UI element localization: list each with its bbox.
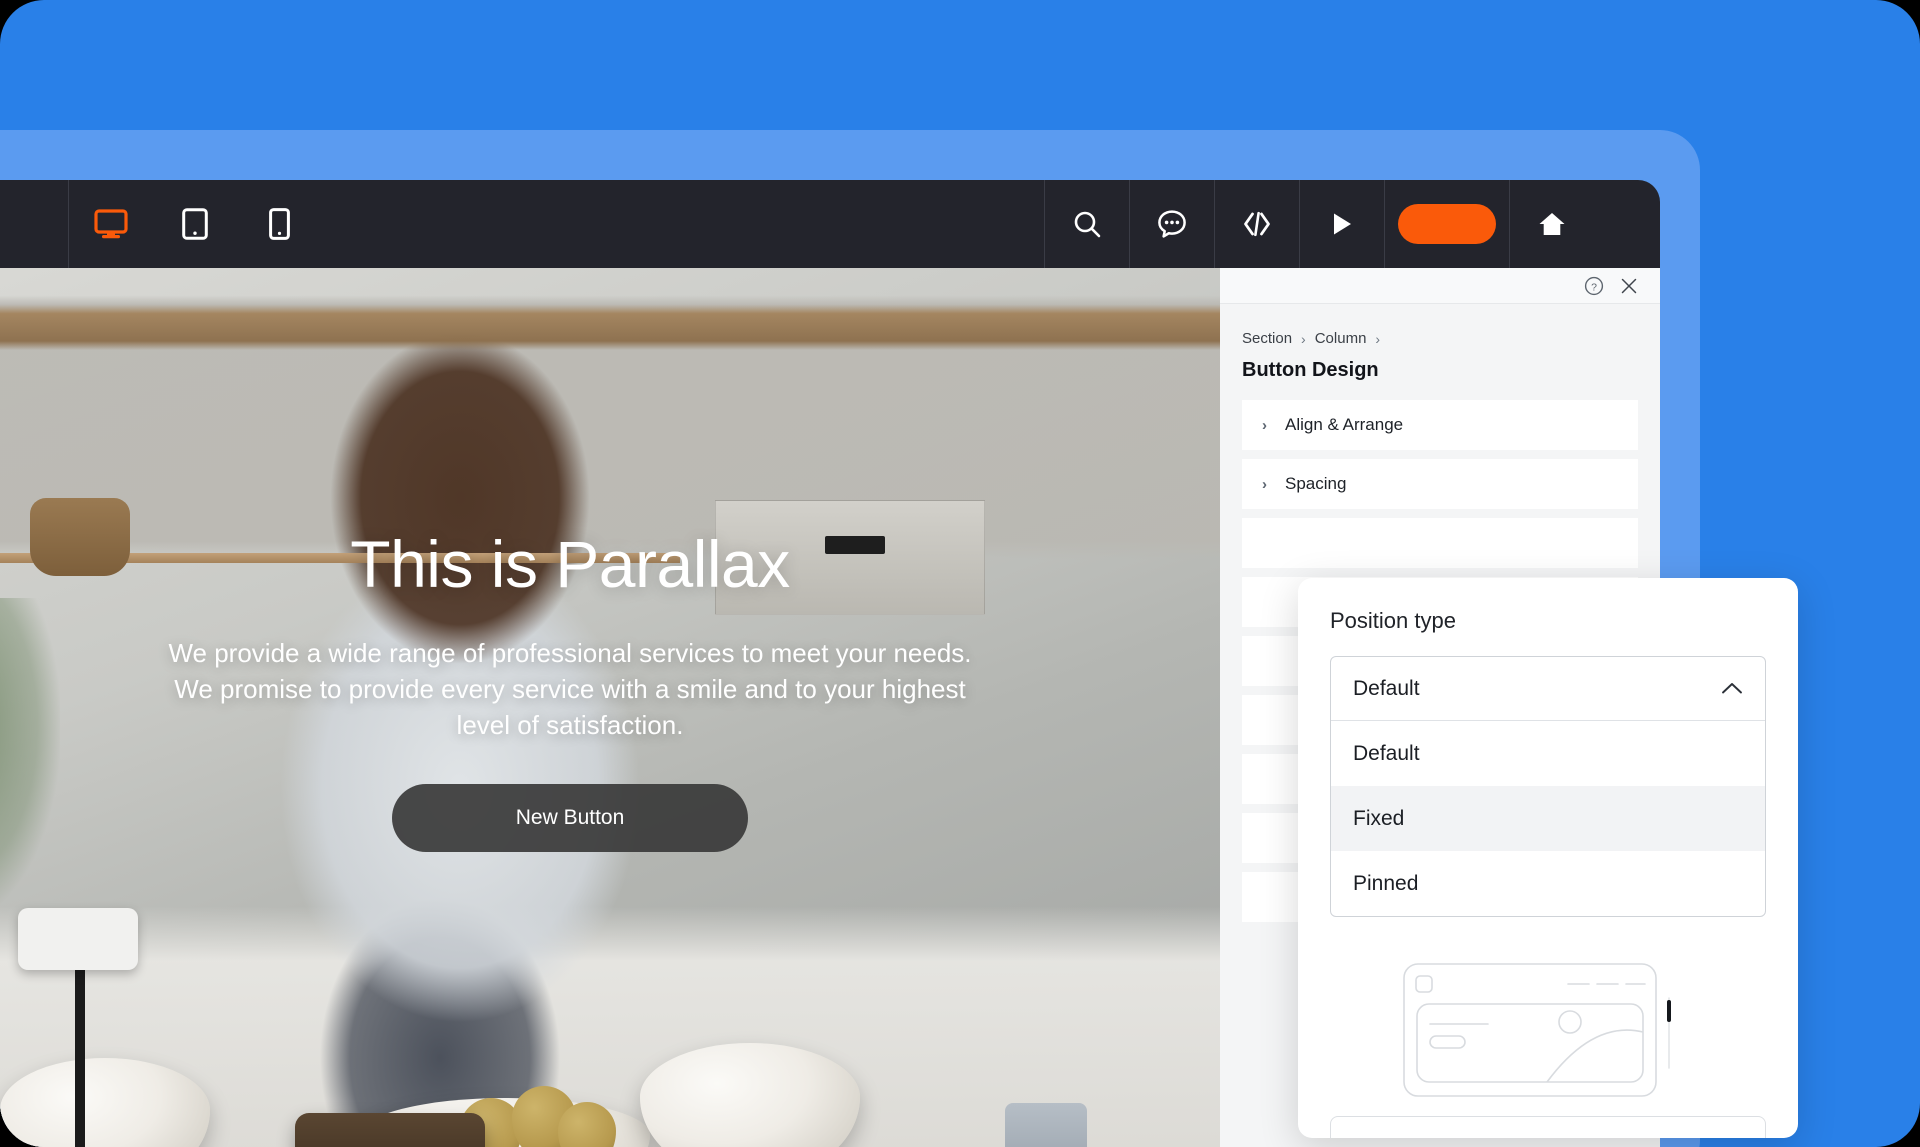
panel-topbar: ?	[1220, 268, 1660, 304]
chevron-up-icon	[1721, 677, 1743, 701]
popover-footer-row[interactable]	[1330, 1116, 1766, 1138]
mobile-icon[interactable]	[237, 180, 321, 268]
chevron-right-icon: ›	[1375, 330, 1381, 347]
svg-text:?: ?	[1591, 281, 1597, 293]
tablet-icon[interactable]	[153, 180, 237, 268]
publish-button-container	[1385, 180, 1509, 268]
section-label: Align & Arrange	[1285, 415, 1404, 434]
breadcrumb-item-column[interactable]: Column	[1315, 330, 1367, 347]
toolbar-left-space	[0, 180, 68, 268]
section-spacing[interactable]: › Spacing	[1242, 459, 1638, 509]
hero-subtitle: We provide a wide range of professional …	[168, 638, 972, 740]
position-type-popover: Position type Default Default Fixed Pinn…	[1298, 578, 1798, 1138]
select-value: Default	[1353, 676, 1420, 700]
chevron-right-icon: ›	[1301, 330, 1306, 347]
option-default[interactable]: Default	[1331, 721, 1765, 786]
hero-cta-button[interactable]: New Button	[392, 783, 748, 852]
hero-content: This is Parallax We provide a wide range…	[0, 268, 1220, 1147]
toolbar-right-space	[1594, 180, 1660, 268]
monitor-icon[interactable]	[69, 180, 153, 268]
chevron-right-icon: ›	[1262, 475, 1267, 493]
breadcrumb: Section › Column ›	[1220, 304, 1660, 347]
position-type-select: Default Default Fixed Pinned	[1330, 656, 1766, 917]
search-icon[interactable]	[1045, 180, 1129, 268]
popover-body: Position type Default Default Fixed Pinn…	[1298, 578, 1798, 1123]
position-type-label: Position type	[1330, 608, 1456, 633]
toolbar-gap	[321, 180, 1044, 268]
website-preview[interactable]: This is Parallax We provide a wide range…	[0, 268, 1220, 1147]
device-switcher	[69, 180, 321, 268]
question-circle-icon[interactable]: ?	[1584, 276, 1604, 296]
page-background: This is Parallax We provide a wide range…	[0, 0, 1920, 1147]
chevron-right-icon: ›	[1262, 416, 1267, 434]
page-title: Button Design	[1242, 359, 1379, 381]
section-collapsed-row[interactable]	[1242, 518, 1638, 568]
page-layout-wireframe-icon	[1403, 963, 1671, 1097]
hero-title: This is Parallax	[350, 527, 790, 602]
section-align-arrange[interactable]: › Align & Arrange	[1242, 400, 1638, 450]
option-pinned[interactable]: Pinned	[1331, 851, 1765, 916]
option-fixed[interactable]: Fixed	[1331, 786, 1765, 851]
code-brackets-icon[interactable]	[1215, 180, 1299, 268]
section-label: Spacing	[1285, 474, 1347, 493]
publish-button[interactable]	[1398, 204, 1496, 244]
comment-bubble-icon[interactable]	[1130, 180, 1214, 268]
play-icon[interactable]	[1300, 180, 1384, 268]
editor-toolbar	[0, 180, 1660, 268]
position-preview-illustration	[1330, 943, 1766, 1123]
select-trigger[interactable]: Default	[1331, 657, 1765, 721]
close-icon[interactable]	[1620, 277, 1638, 295]
breadcrumb-item-section[interactable]: Section	[1242, 330, 1292, 347]
home-icon[interactable]	[1510, 180, 1594, 268]
